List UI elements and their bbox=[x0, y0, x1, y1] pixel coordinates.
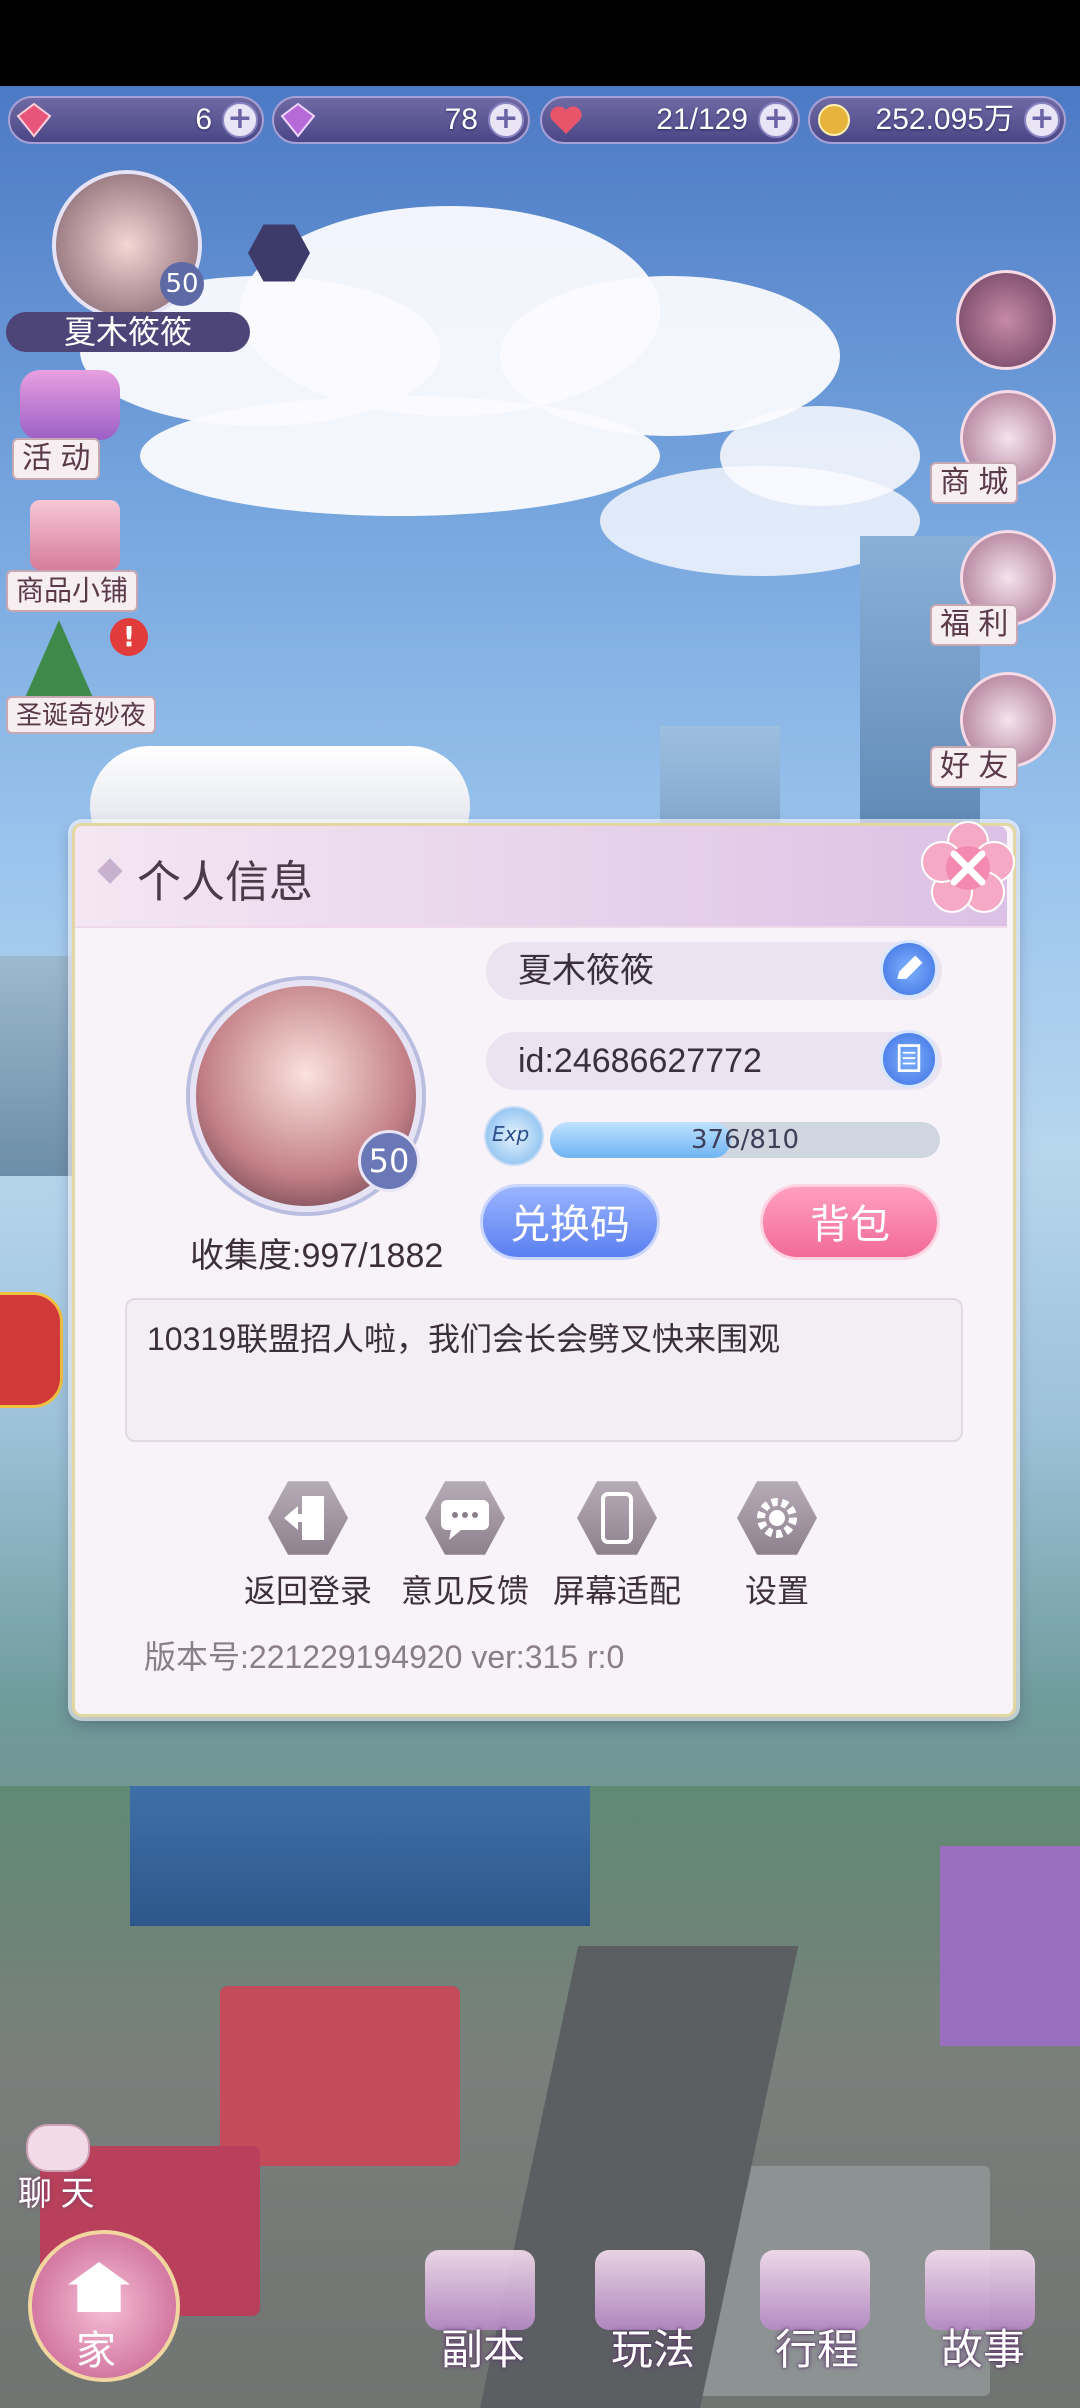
menu-activity[interactable]: 活 动 bbox=[12, 438, 101, 480]
nav-dungeon[interactable]: 副本 bbox=[418, 2316, 548, 2377]
settings-button[interactable]: 设置 bbox=[702, 1478, 852, 1612]
feedback-icon bbox=[425, 1481, 505, 1555]
chat-label[interactable]: 聊 天 bbox=[18, 2166, 95, 2215]
profile-name: 夏木筱筱 bbox=[518, 952, 654, 990]
copy-id-button[interactable] bbox=[880, 1030, 938, 1088]
collection-progress: 收集度:997/1882 bbox=[190, 1237, 444, 1275]
resource-heart: 21/129 + bbox=[540, 96, 800, 144]
add-gold-button[interactable]: + bbox=[1024, 102, 1060, 138]
profile-id: id:24686627772 bbox=[518, 1042, 762, 1080]
home-label: 家 bbox=[76, 2328, 116, 2373]
red-envelope-icon[interactable] bbox=[0, 1292, 63, 1408]
alert-badge-icon: ! bbox=[110, 618, 148, 656]
heart-icon bbox=[550, 106, 582, 134]
resource-red-gem: 6 + bbox=[8, 96, 264, 144]
copy-icon bbox=[897, 1044, 921, 1072]
screen-fit-label: 屏幕适配 bbox=[552, 1573, 681, 1609]
name-field: 夏木筱筱 bbox=[486, 940, 942, 1000]
resource-gold: 252.095万 + bbox=[808, 96, 1066, 144]
screen-fit-icon bbox=[577, 1481, 657, 1555]
menu-friends[interactable]: 好 友 bbox=[930, 746, 1019, 788]
menu-shop[interactable]: 商品小铺 bbox=[6, 570, 139, 612]
redeem-code-button[interactable]: 兑换码 bbox=[480, 1184, 660, 1260]
signature-box[interactable]: 10319联盟招人啦，我们会长会劈叉快来围观 bbox=[125, 1298, 963, 1442]
resource-value: 252.095万 bbox=[875, 103, 1014, 136]
exp-label: Exp bbox=[492, 1122, 530, 1146]
flower-menu-icon[interactable] bbox=[956, 270, 1056, 370]
menu-mall[interactable]: 商 城 bbox=[930, 462, 1019, 504]
resource-purple-gem: 78 + bbox=[272, 96, 530, 144]
menu-welfare[interactable]: 福 利 bbox=[930, 604, 1019, 646]
dialog-header: 个人信息 bbox=[75, 826, 1007, 928]
shop-icon[interactable] bbox=[30, 500, 120, 570]
id-field: id:24686627772 bbox=[486, 1030, 942, 1090]
purple-gem-icon bbox=[280, 102, 316, 138]
resource-value: 6 bbox=[195, 103, 212, 136]
exp-bar: 376/810 bbox=[550, 1122, 940, 1158]
settings-label: 设置 bbox=[744, 1573, 809, 1609]
nav-schedule[interactable]: 行程 bbox=[752, 2316, 882, 2377]
edit-name-button[interactable] bbox=[880, 940, 938, 998]
add-heart-button[interactable]: + bbox=[758, 102, 794, 138]
exp-text: 376/810 bbox=[690, 1125, 799, 1155]
nav-play[interactable]: 玩法 bbox=[588, 2316, 718, 2377]
gold-coin-icon bbox=[818, 104, 850, 136]
status-bar bbox=[0, 0, 1080, 86]
nav-story[interactable]: 故事 bbox=[918, 2316, 1048, 2377]
feedback-button[interactable]: 意见反馈 bbox=[390, 1478, 540, 1612]
bag-button[interactable]: 背包 bbox=[760, 1184, 940, 1260]
signature-text: 10319联盟招人啦，我们会长会劈叉快来围观 bbox=[147, 1321, 780, 1357]
logout-label: 返回登录 bbox=[243, 1573, 372, 1609]
resource-value: 78 bbox=[444, 103, 478, 136]
logout-icon bbox=[268, 1481, 348, 1555]
add-purple-gem-button[interactable]: + bbox=[488, 102, 524, 138]
screen-fit-button[interactable]: 屏幕适配 bbox=[542, 1478, 692, 1612]
dialog-title: 个人信息 bbox=[137, 858, 313, 907]
resource-value: 21/129 bbox=[656, 103, 748, 136]
title-ornament-icon bbox=[97, 858, 123, 884]
close-icon[interactable] bbox=[920, 820, 1016, 916]
logout-button[interactable]: 返回登录 bbox=[233, 1478, 383, 1612]
add-red-gem-button[interactable]: + bbox=[222, 102, 258, 138]
gear-icon bbox=[737, 1481, 817, 1555]
player-name: 夏木筱筱 bbox=[6, 312, 250, 352]
activity-icon[interactable] bbox=[20, 370, 120, 440]
red-gem-icon bbox=[16, 102, 52, 138]
chat-icon[interactable] bbox=[26, 2124, 90, 2172]
player-level-badge: 50 bbox=[160, 262, 204, 306]
pencil-icon bbox=[897, 955, 923, 979]
feedback-label: 意见反馈 bbox=[400, 1573, 529, 1609]
version-text: 版本号:221229194920 ver:315 r:0 bbox=[144, 1639, 625, 1675]
game-screen: 6 + 78 + 21/129 + 252.095万 + 50 夏木筱筱 活 动… bbox=[0, 0, 1080, 2408]
menu-christmas-event[interactable]: 圣诞奇妙夜 bbox=[6, 696, 157, 734]
exp-badge: Exp bbox=[484, 1106, 544, 1166]
profile-level-badge: 50 bbox=[358, 1130, 420, 1192]
